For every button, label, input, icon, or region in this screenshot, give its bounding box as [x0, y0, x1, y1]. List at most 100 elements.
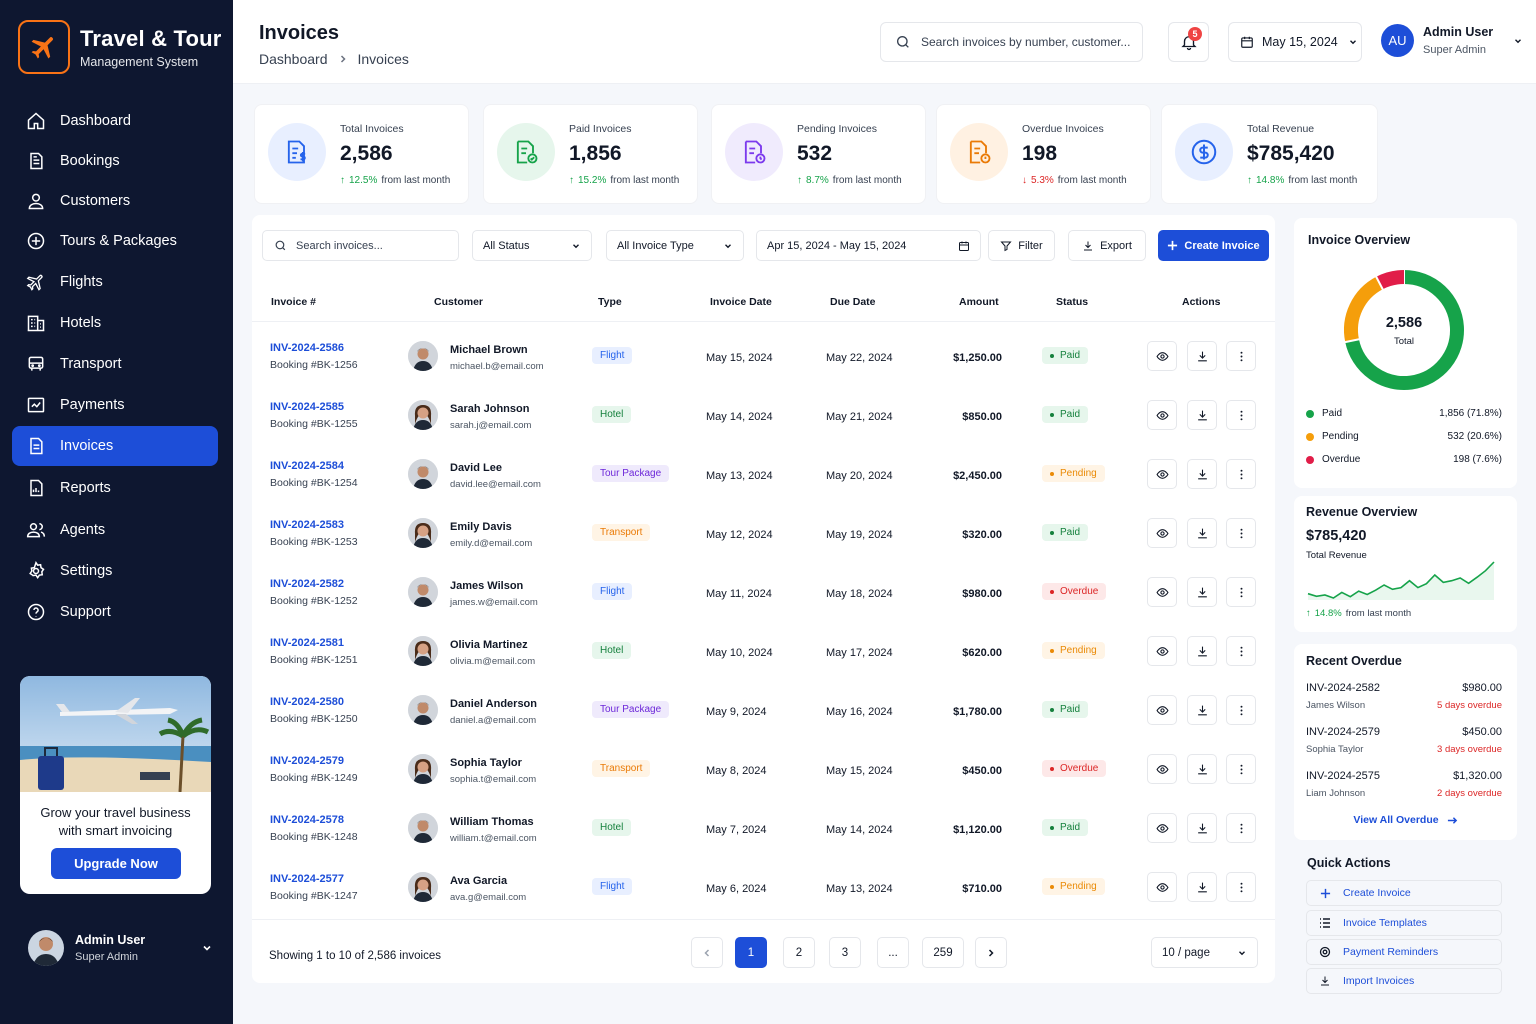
table-row[interactable]: INV-2024-2582 Booking #BK-1252 James Wil…: [252, 561, 1275, 620]
date-picker[interactable]: May 15, 2024: [1228, 22, 1362, 62]
more-options-button[interactable]: [1226, 577, 1256, 607]
donut-segment-overdue[interactable]: [1376, 270, 1405, 290]
column-header-due-date[interactable]: Due Date: [830, 296, 876, 308]
more-options-button[interactable]: [1226, 872, 1256, 902]
invoice-number-link[interactable]: INV-2024-2580: [270, 696, 358, 708]
header-user-menu[interactable]: AU Admin User Super Admin: [1381, 24, 1523, 57]
view-button[interactable]: [1147, 695, 1177, 725]
table-row[interactable]: INV-2024-2583 Booking #BK-1253 Emily Dav…: [252, 502, 1275, 561]
more-options-button[interactable]: [1226, 754, 1256, 784]
view-button[interactable]: [1147, 459, 1177, 489]
invoice-number-link[interactable]: INV-2024-2578: [270, 814, 358, 826]
table-row[interactable]: INV-2024-2577 Booking #BK-1247 Ava Garci…: [252, 856, 1275, 915]
download-button[interactable]: [1187, 872, 1217, 902]
column-header-amount[interactable]: Amount: [959, 296, 999, 308]
invoice-number-link[interactable]: INV-2024-2584: [270, 460, 358, 472]
pagination-page-last[interactable]: 259: [922, 937, 964, 968]
sidebar-item-payments[interactable]: Payments: [12, 385, 218, 425]
status-select[interactable]: All Status: [472, 230, 592, 261]
download-button[interactable]: [1187, 341, 1217, 371]
download-button[interactable]: [1187, 400, 1217, 430]
export-button[interactable]: Export: [1068, 230, 1146, 261]
sidebar-item-invoices[interactable]: Invoices: [12, 426, 218, 466]
invoice-number-link[interactable]: INV-2024-2583: [270, 519, 358, 531]
column-header-invoice-date[interactable]: Invoice Date: [710, 296, 772, 308]
create-invoice-button[interactable]: Create Invoice: [1158, 230, 1269, 261]
more-options-button[interactable]: [1226, 518, 1256, 548]
invoice-number-link[interactable]: INV-2024-2577: [270, 873, 358, 885]
global-search-input[interactable]: [921, 35, 1131, 49]
table-row[interactable]: INV-2024-2584 Booking #BK-1254 David Lee…: [252, 443, 1275, 502]
quick-action-import-invoices[interactable]: Import Invoices: [1306, 968, 1502, 994]
pagination-prev-button[interactable]: [691, 937, 723, 968]
table-row[interactable]: INV-2024-2586 Booking #BK-1256 Michael B…: [252, 325, 1275, 384]
table-row[interactable]: INV-2024-2581 Booking #BK-1251 Olivia Ma…: [252, 620, 1275, 679]
invoice-number-link[interactable]: INV-2024-2581: [270, 637, 358, 649]
table-row[interactable]: INV-2024-2585 Booking #BK-1255 Sarah Joh…: [252, 384, 1275, 443]
invoice-number-link[interactable]: INV-2024-2579: [270, 755, 358, 767]
invoice-type-select[interactable]: All Invoice Type: [606, 230, 744, 261]
download-button[interactable]: [1187, 813, 1217, 843]
upgrade-now-button[interactable]: Upgrade Now: [51, 848, 181, 879]
table-row[interactable]: INV-2024-2578 Booking #BK-1248 William T…: [252, 797, 1275, 856]
overdue-item[interactable]: INV-2024-2579 $450.00 Sophia Taylor 3 days…: [1306, 726, 1502, 755]
download-button[interactable]: [1187, 577, 1217, 607]
column-header-type[interactable]: Type: [598, 296, 622, 308]
view-button[interactable]: [1147, 400, 1177, 430]
sidebar-item-tours-packages[interactable]: Tours & Packages: [12, 221, 218, 261]
date-range-picker[interactable]: Apr 15, 2024 - May 15, 2024: [756, 230, 981, 261]
column-header-invoice[interactable]: Invoice #: [271, 296, 316, 308]
sidebar-item-dashboard[interactable]: Dashboard: [12, 101, 218, 141]
view-button[interactable]: [1147, 813, 1177, 843]
invoice-number-link[interactable]: INV-2024-2586: [270, 342, 358, 354]
pagination-page-2[interactable]: 2: [783, 937, 815, 968]
sidebar-item-settings[interactable]: Settings: [12, 551, 218, 591]
download-button[interactable]: [1187, 636, 1217, 666]
breadcrumb-dashboard[interactable]: Dashboard: [259, 51, 328, 67]
more-options-button[interactable]: [1226, 341, 1256, 371]
sidebar-user-menu[interactable]: Admin User Super Admin: [28, 928, 213, 968]
sidebar-item-agents[interactable]: Agents: [12, 510, 218, 550]
sidebar-item-transport[interactable]: Transport: [12, 344, 218, 384]
quick-action-invoice-templates[interactable]: Invoice Templates: [1306, 910, 1502, 936]
more-options-button[interactable]: [1226, 695, 1256, 725]
view-button[interactable]: [1147, 518, 1177, 548]
sidebar-item-customers[interactable]: Customers: [12, 181, 218, 221]
more-options-button[interactable]: [1226, 400, 1256, 430]
column-header-status[interactable]: Status: [1056, 296, 1088, 308]
quick-action-create-invoice[interactable]: Create Invoice: [1306, 880, 1502, 906]
pagination-page-3[interactable]: 3: [829, 937, 861, 968]
overdue-item[interactable]: INV-2024-2582 $980.00 James Wilson 5 days …: [1306, 682, 1502, 711]
view-button[interactable]: [1147, 577, 1177, 607]
notifications-button[interactable]: 5: [1168, 22, 1209, 62]
quick-action-payment-reminders[interactable]: Payment Reminders: [1306, 939, 1502, 965]
filter-button[interactable]: Filter: [988, 230, 1055, 261]
download-button[interactable]: [1187, 459, 1217, 489]
download-button[interactable]: [1187, 695, 1217, 725]
invoice-number-link[interactable]: INV-2024-2582: [270, 578, 358, 590]
invoice-search[interactable]: [262, 230, 459, 261]
invoice-search-input[interactable]: [296, 239, 446, 252]
sidebar-item-support[interactable]: Support: [12, 592, 218, 632]
invoice-number-link[interactable]: INV-2024-2585: [270, 401, 358, 413]
download-button[interactable]: [1187, 754, 1217, 784]
view-button[interactable]: [1147, 872, 1177, 902]
sidebar-item-flights[interactable]: Flights: [12, 262, 218, 302]
sidebar-item-hotels[interactable]: Hotels: [12, 303, 218, 343]
download-button[interactable]: [1187, 518, 1217, 548]
more-options-button[interactable]: [1226, 636, 1256, 666]
overdue-item[interactable]: INV-2024-2575 $1,320.00 Liam Johnson 2 day…: [1306, 770, 1502, 799]
pagination-page-1[interactable]: 1: [735, 937, 767, 968]
sidebar-item-reports[interactable]: Reports: [12, 468, 218, 508]
column-header-customer[interactable]: Customer: [434, 296, 483, 308]
view-all-overdue-link[interactable]: View All Overdue: [1294, 814, 1517, 826]
per-page-select[interactable]: 10 / page: [1151, 937, 1258, 968]
table-row[interactable]: INV-2024-2579 Booking #BK-1249 Sophia Ta…: [252, 738, 1275, 797]
table-row[interactable]: INV-2024-2580 Booking #BK-1250 Daniel An…: [252, 679, 1275, 738]
view-button[interactable]: [1147, 341, 1177, 371]
more-options-button[interactable]: [1226, 813, 1256, 843]
brand[interactable]: Travel & Tour Management System: [18, 20, 222, 74]
pagination-next-button[interactable]: [975, 937, 1007, 968]
view-button[interactable]: [1147, 636, 1177, 666]
view-button[interactable]: [1147, 754, 1177, 784]
